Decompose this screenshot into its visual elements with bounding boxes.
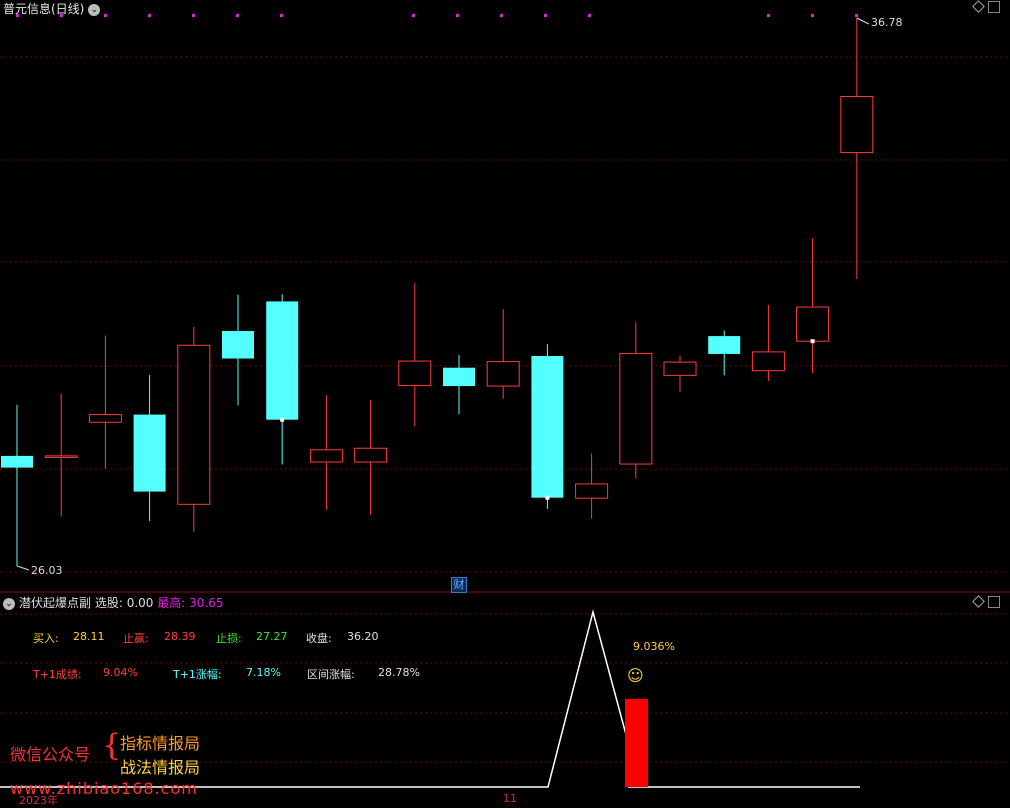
candle-body — [88, 414, 122, 423]
signal-marker — [544, 14, 547, 17]
chart-title-bar: 普元信息(日线) ⌄ — [3, 0, 101, 17]
candle-body — [840, 96, 874, 154]
candle-body — [443, 367, 475, 387]
signal-marker — [148, 14, 151, 17]
buy-value: 28.11 — [73, 630, 105, 643]
candle-body — [575, 483, 609, 499]
candle-body — [309, 449, 343, 463]
signal-marker — [500, 14, 503, 17]
candle-body — [663, 361, 697, 376]
candle-body — [619, 352, 653, 465]
chart-title: 普元信息(日线) — [3, 2, 85, 16]
candle-body — [398, 360, 432, 387]
chevron-down-icon[interactable]: ⌄ — [88, 3, 101, 16]
candle-body — [751, 351, 785, 372]
stop-loss-label: 止损: — [216, 632, 242, 645]
smiley-icon: ☺ — [627, 666, 644, 685]
signal-dot — [545, 495, 550, 500]
stop-loss-value: 27.27 — [256, 630, 288, 643]
indicator-name: 潜伏起爆点副 — [19, 596, 92, 610]
select-value: 0.00 — [126, 596, 154, 610]
candle-body — [177, 344, 211, 505]
signal-marker — [456, 14, 459, 17]
account-name-2: 战法情报局 — [120, 758, 201, 777]
close-value: 36.20 — [347, 630, 379, 643]
candle-body — [354, 447, 388, 463]
take-profit-value: 28.39 — [164, 630, 196, 643]
take-profit-label: 止赢: — [123, 632, 149, 645]
t1-gain-label: T+1涨幅: — [173, 668, 222, 681]
t1-gain-value: 7.18% — [246, 666, 281, 679]
kline-chart[interactable] — [0, 0, 1010, 805]
signal-dot — [280, 417, 285, 422]
max-label: 最高: — [157, 596, 190, 610]
candle-body — [531, 355, 564, 498]
high-price-label: 36.78 — [871, 16, 903, 29]
select-label: 选股: — [94, 596, 127, 610]
signal-marker — [280, 14, 283, 17]
candle-body — [44, 455, 78, 458]
candle-body — [1, 455, 33, 468]
candle-body — [708, 336, 741, 354]
signal-marker — [412, 14, 415, 17]
max-value: 30.65 — [189, 596, 224, 610]
peak-percent: 9.036% — [633, 640, 675, 653]
signal-bar — [625, 699, 648, 787]
finance-badge[interactable]: 财 — [451, 577, 467, 593]
range-gain-label: 区间涨幅: — [307, 668, 355, 681]
window-button[interactable] — [988, 596, 1000, 608]
account-name-1: 指标情报局 — [120, 734, 201, 753]
signal-marker — [588, 14, 591, 17]
low-price-label: 26.03 — [31, 564, 63, 577]
candle-body — [133, 414, 166, 492]
low-pointer — [16, 565, 30, 571]
signal-marker — [236, 14, 239, 17]
buy-label: 买入: — [33, 632, 59, 645]
candle-body — [222, 330, 254, 359]
brace-icon: { — [102, 728, 122, 763]
signal-dot — [810, 339, 815, 344]
candle-body — [486, 361, 520, 387]
signal-marker — [192, 14, 195, 17]
candle-body — [796, 306, 830, 342]
window-button[interactable] — [988, 1, 1000, 13]
signal-marker — [104, 14, 107, 17]
range-gain-value: 28.78% — [378, 666, 420, 679]
signal-marker — [767, 14, 770, 17]
t1-result-label: T+1成绩: — [33, 668, 82, 681]
wechat-label: 微信公众号 — [10, 745, 91, 764]
t1-result-value: 9.04% — [103, 666, 138, 679]
year-axis-label: 2023年 — [19, 794, 58, 807]
close-label: 收盘: — [306, 632, 332, 645]
signal-marker — [855, 14, 858, 17]
candle-body — [266, 301, 299, 420]
signal-marker — [811, 14, 814, 17]
indicator-header: ⌄ 潜伏起爆点副 选股: 0.00 最高: 30.65 — [3, 594, 223, 611]
high-pointer — [856, 17, 870, 25]
month-axis-label: 11 — [503, 792, 517, 805]
chevron-down-icon[interactable]: ⌄ — [3, 597, 15, 610]
